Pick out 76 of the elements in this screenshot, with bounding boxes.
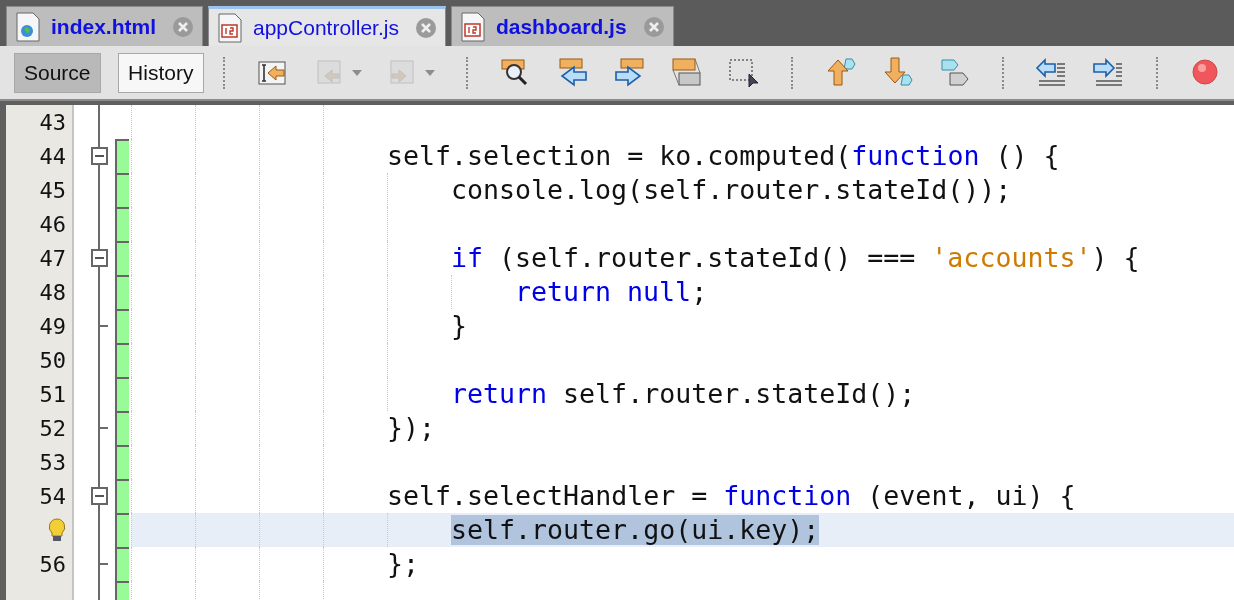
line-number: 52 — [39, 414, 66, 443]
fold-collapse-icon[interactable] — [91, 147, 108, 165]
caret-icon — [352, 69, 362, 76]
line-number: 48 — [39, 278, 66, 307]
line-number: 45 — [39, 176, 66, 205]
caret-icon — [425, 69, 435, 76]
code-keyword: return — [451, 380, 548, 408]
file-tab[interactable]: index.html — [6, 6, 203, 46]
line-number: 49 — [39, 312, 66, 341]
code-text: ) { — [1091, 244, 1140, 272]
change-marker — [115, 479, 129, 513]
line-number: 47 — [39, 244, 66, 273]
lightbulb-icon[interactable] — [48, 518, 66, 542]
previous-arrow-icon — [556, 56, 589, 89]
line-number: 46 — [39, 210, 66, 239]
code-text: }; — [387, 550, 420, 578]
line-number: 56 — [39, 550, 66, 579]
line-number: 44 — [39, 142, 66, 171]
code-text: } — [451, 312, 467, 340]
code-text: self.selectHandler = — [387, 482, 709, 510]
toolbar-button[interactable] — [727, 56, 760, 89]
selected-code: self.router.go(ui.key); — [451, 515, 820, 545]
code-keyword: function — [723, 482, 852, 510]
next-arrow-icon — [613, 56, 646, 89]
close-icon[interactable] — [172, 15, 194, 38]
change-marker — [115, 241, 129, 275]
change-marker — [115, 275, 129, 309]
shift-right-icon — [1092, 56, 1125, 89]
code-string: 'accounts' — [931, 244, 1092, 272]
toolbar-button[interactable] — [556, 56, 589, 89]
close-icon[interactable] — [642, 15, 665, 38]
line-number: 54 — [39, 482, 66, 511]
file-tab[interactable]: appController.js — [208, 6, 446, 46]
change-marker — [115, 513, 129, 547]
bookmark-toggle-icon — [938, 56, 971, 89]
line-number: 51 — [39, 380, 66, 409]
code-text: }); — [387, 414, 436, 442]
code-text: console.log(self.router.stateId()); — [451, 176, 1012, 204]
code-text: self.router.stateId(); — [562, 380, 916, 408]
change-marker — [115, 445, 129, 479]
fold-collapse-icon[interactable] — [91, 249, 108, 267]
close-icon[interactable] — [414, 16, 437, 39]
file-tab[interactable]: dashboard.js — [450, 6, 674, 46]
down-arrow-icon — [881, 56, 914, 89]
up-arrow-icon — [824, 56, 857, 89]
fold-collapse-icon[interactable] — [91, 487, 108, 505]
code-text: self.selection = ko.computed( — [387, 142, 852, 170]
view-toggle-button[interactable]: Source — [14, 52, 101, 93]
js-file-icon — [459, 11, 486, 42]
view-toggle-button[interactable]: History — [117, 52, 204, 93]
fold-end-mark — [98, 427, 108, 429]
change-marker — [115, 139, 129, 173]
code-text: (event, ui) { — [866, 482, 1076, 510]
rectangle-selection-icon — [727, 56, 760, 89]
change-marker — [115, 173, 129, 207]
line-number: 53 — [39, 448, 66, 477]
code-text: ; — [691, 278, 708, 306]
change-marker — [115, 309, 129, 343]
code-keyword: if — [451, 244, 484, 272]
code-text: () { — [994, 142, 1060, 170]
code-keyword: return null — [515, 278, 692, 306]
change-marker — [115, 411, 129, 445]
toolbar-button[interactable] — [613, 56, 646, 89]
change-marker — [115, 377, 129, 411]
fold-end-mark — [98, 563, 108, 565]
code-text: (self.router.stateId() === — [498, 244, 917, 272]
change-marker — [115, 207, 129, 241]
js-file-icon — [217, 12, 243, 43]
change-marker — [115, 343, 129, 377]
shift-left-icon — [1035, 56, 1068, 89]
code-keyword: function — [851, 142, 980, 170]
line-number: 43 — [39, 108, 66, 137]
highlight-toggle-icon — [670, 56, 703, 89]
html-file-icon — [15, 11, 41, 42]
line-number: 50 — [39, 346, 66, 375]
fold-end-mark — [98, 325, 108, 327]
